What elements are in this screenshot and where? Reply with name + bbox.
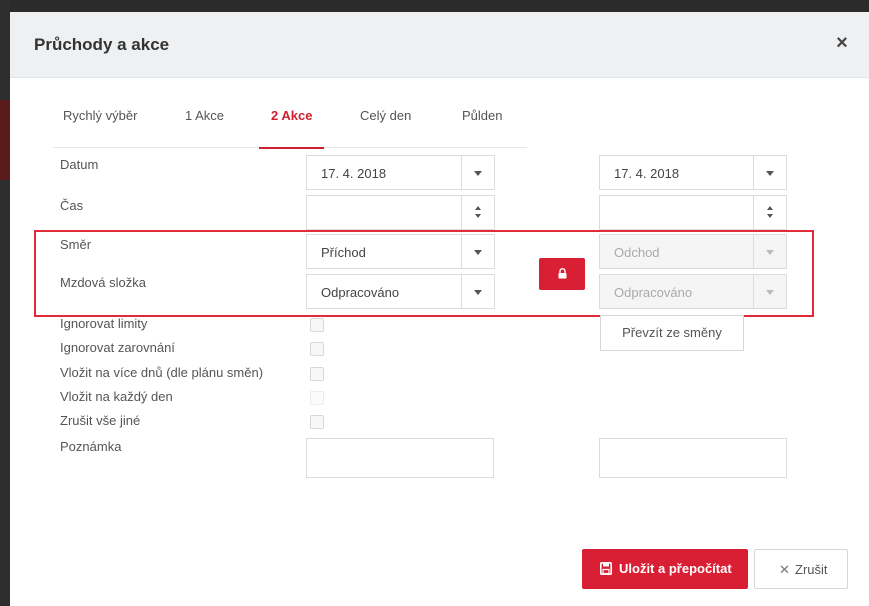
backdrop-accent — [0, 100, 10, 180]
right-time-input[interactable] — [599, 195, 787, 230]
label-ignorovat-limity: Ignorovat limity — [60, 316, 148, 331]
chevron-down-icon[interactable] — [753, 156, 786, 189]
backdrop — [0, 0, 869, 12]
close-icon: ✕ — [779, 562, 790, 577]
prevzit-ze-smeny-button[interactable]: Převzít ze směny — [600, 315, 744, 351]
right-note-textarea[interactable] — [599, 438, 787, 478]
save-recalculate-button[interactable]: Uložit a přepočítat — [582, 549, 748, 589]
label-cas: Čas — [60, 198, 84, 213]
dialog: Průchody a akce × Rychlý výběr 1 Akce 2 … — [10, 12, 869, 606]
backdrop-left — [0, 0, 10, 606]
right-date-select[interactable]: 17. 4. 2018 — [599, 155, 787, 190]
save-button-label: Uložit a přepočítat — [619, 561, 732, 576]
dialog-header: Průchody a akce × — [10, 12, 869, 78]
checkbox-zrusit-vse-jine[interactable] — [310, 415, 324, 429]
cancel-button-label: Zrušit — [795, 562, 828, 577]
lock-icon — [558, 268, 567, 279]
save-icon — [600, 562, 612, 575]
checkbox-vlozit-vice-dnu[interactable] — [310, 367, 324, 381]
chevron-down-icon[interactable] — [461, 156, 494, 189]
left-time-input[interactable] — [306, 195, 495, 230]
spinner-icon[interactable] — [753, 196, 786, 229]
close-icon[interactable]: × — [833, 33, 851, 53]
label-vlozit-kazdy-den: Vložit na každý den — [60, 389, 173, 404]
label-vlozit-vice-dnu: Vložit na více dnů (dle plánu směn) — [60, 365, 264, 380]
label-zrusit-vse-jine: Zrušit vše jiné — [60, 413, 141, 428]
tab-rychly-vyber[interactable]: Rychlý výběr — [63, 108, 137, 148]
highlight-box — [34, 230, 814, 317]
left-note-textarea[interactable] — [306, 438, 494, 478]
spinner-icon[interactable] — [461, 196, 494, 229]
checkbox-ignorovat-limity[interactable] — [310, 318, 324, 332]
dialog-title: Průchody a akce — [34, 35, 170, 54]
left-date-value: 17. 4. 2018 — [321, 166, 387, 181]
tab-1-akce[interactable]: 1 Akce — [185, 108, 224, 148]
tab-bar: Rychlý výběr 1 Akce 2 Akce Celý den Půld… — [53, 108, 527, 149]
cancel-button[interactable]: ✕ Zrušit — [754, 549, 848, 589]
tab-pulden[interactable]: Půlden — [462, 108, 502, 148]
tab-2-akce[interactable]: 2 Akce — [258, 108, 326, 149]
tab-cely-den[interactable]: Celý den — [360, 108, 411, 148]
label-ignorovat-zarovnani: Ignorovat zarovnání — [60, 340, 175, 355]
checkbox-vlozit-kazdy-den[interactable] — [310, 391, 324, 405]
label-poznamka: Poznámka — [60, 439, 122, 454]
label-datum: Datum — [60, 157, 99, 172]
left-date-select[interactable]: 17. 4. 2018 — [306, 155, 495, 190]
right-date-value: 17. 4. 2018 — [614, 166, 680, 181]
checkbox-ignorovat-zarovnani[interactable] — [310, 342, 324, 356]
lock-button[interactable] — [539, 258, 585, 290]
